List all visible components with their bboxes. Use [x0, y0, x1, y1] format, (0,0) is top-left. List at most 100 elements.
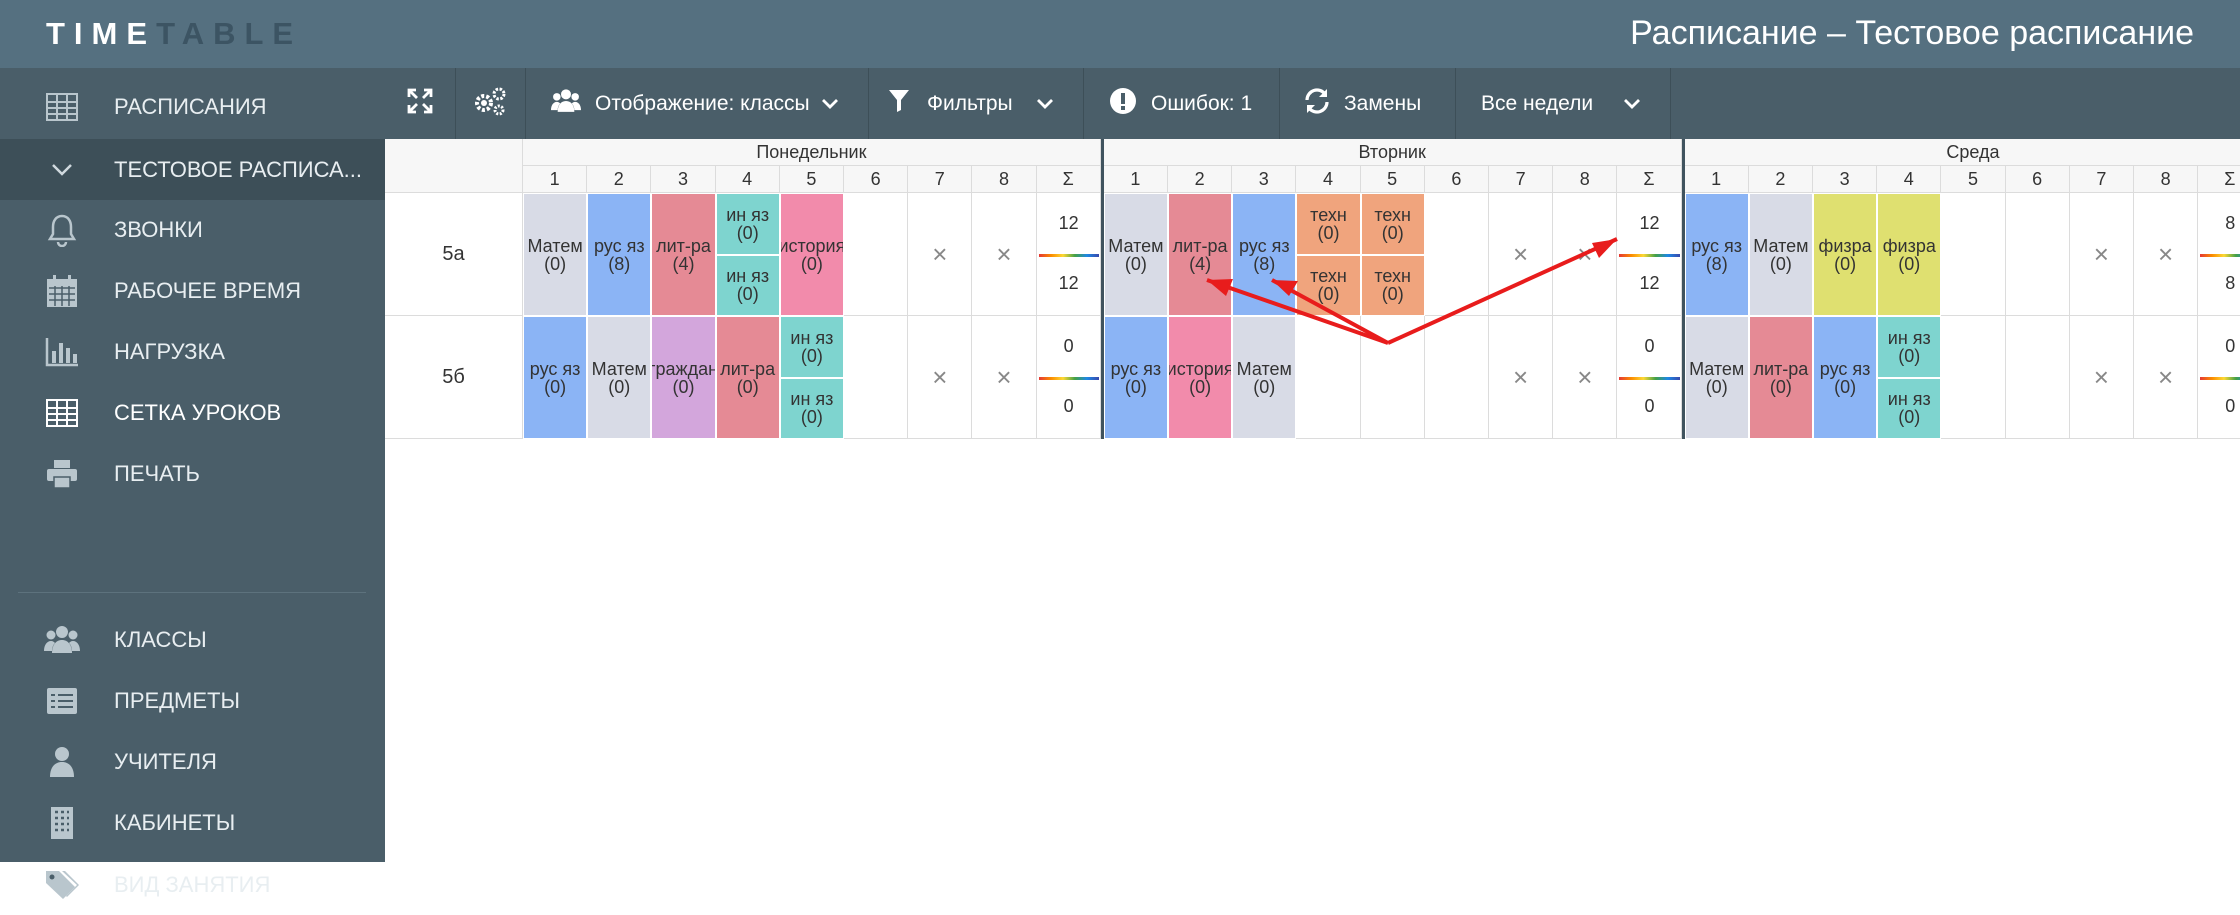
class-label[interactable]: 5б — [385, 316, 523, 439]
sum-indicator — [1619, 376, 1680, 380]
grid-corner — [385, 139, 523, 193]
lesson-card[interactable]: Матем (0) — [587, 316, 652, 439]
sidebar-item-label: ВИД ЗАНЯТИЯ — [114, 871, 271, 897]
chevron-down-icon — [1036, 92, 1054, 116]
grid-icon — [44, 395, 80, 431]
period-header: 5 — [1360, 166, 1425, 193]
lesson-card[interactable]: лит-ра (0) — [1748, 316, 1813, 439]
settings-button[interactable] — [455, 68, 526, 139]
blocked-slot-icon[interactable]: × — [1489, 316, 1554, 439]
lesson-card[interactable]: Матем (0) — [1748, 193, 1813, 316]
period-header: 5 — [1941, 166, 2006, 193]
sidebar-item-classes[interactable]: КЛАССЫ — [0, 609, 385, 670]
lesson-card[interactable]: физра (0) — [1813, 193, 1878, 316]
empty-slot[interactable] — [2005, 316, 2070, 439]
bell-icon — [44, 212, 80, 248]
lesson-card[interactable]: техн (0) — [1360, 254, 1425, 316]
lesson-card[interactable]: лит-ра (0) — [715, 316, 780, 439]
lesson-card[interactable]: Матем (0) — [523, 193, 588, 316]
display-mode-dropdown[interactable]: Отображение: классы — [525, 68, 869, 139]
lesson-card[interactable]: рус яз (8) — [1232, 193, 1297, 316]
sidebar-item-schedules[interactable]: РАСПИСАНИЯ — [0, 76, 385, 137]
sidebar-item-teachers[interactable]: УЧИТЕЛЯ — [0, 731, 385, 792]
blocked-slot-icon[interactable]: × — [2134, 193, 2199, 316]
chevron-down-icon — [821, 92, 839, 116]
sidebar-item-test-schedule[interactable]: ТЕСТОВОЕ РАСПИСА... — [0, 139, 385, 200]
lesson-card[interactable]: история (0) — [1168, 316, 1233, 439]
blocked-slot-icon[interactable]: × — [1489, 193, 1554, 316]
lesson-card[interactable]: техн (0) — [1360, 193, 1425, 255]
lesson-card[interactable]: лит-ра (4) — [651, 193, 716, 316]
lesson-card[interactable]: рус яз (8) — [1684, 193, 1749, 316]
class-label[interactable]: 5а — [385, 193, 523, 316]
lesson-card[interactable]: лит-ра (4) — [1168, 193, 1233, 316]
lesson-card[interactable]: ин яз (0) — [715, 254, 780, 316]
sidebar-item-rooms[interactable]: КАБИНЕТЫ — [0, 792, 385, 853]
lesson-card[interactable]: рус яз (0) — [1813, 316, 1878, 439]
lesson-card[interactable]: техн (0) — [1296, 193, 1361, 255]
sidebar-item-load[interactable]: НАГРУЗКА — [0, 321, 385, 382]
blocked-slot-icon[interactable]: × — [2134, 316, 2199, 439]
filters-dropdown[interactable]: Фильтры — [868, 68, 1084, 139]
fullscreen-button[interactable] — [385, 68, 456, 139]
blocked-slot-icon[interactable]: × — [2069, 193, 2134, 316]
lesson-card[interactable]: ин яз (0) — [715, 193, 780, 255]
sum-indicator — [1619, 253, 1680, 257]
day-header: Среда — [1684, 139, 2240, 166]
lesson-card[interactable]: физра (0) — [1877, 193, 1942, 316]
sidebar-item-label: ПЕЧАТЬ — [114, 460, 200, 486]
app-logo[interactable]: TIMETABLE — [46, 16, 302, 52]
gears-icon — [472, 86, 508, 122]
empty-slot[interactable] — [1360, 316, 1425, 439]
empty-slot[interactable] — [2005, 193, 2070, 316]
lesson-card[interactable]: техн (0) — [1296, 254, 1361, 316]
sidebar-item-label: ЗВОНКИ — [114, 216, 203, 242]
sidebar-item-print[interactable]: ПЕЧАТЬ — [0, 443, 385, 504]
blocked-slot-icon[interactable]: × — [2069, 316, 2134, 439]
lesson-card[interactable]: Матем (0) — [1103, 193, 1168, 316]
empty-slot[interactable] — [1941, 316, 2006, 439]
printer-icon — [44, 456, 80, 492]
empty-slot[interactable] — [1941, 193, 2006, 316]
sidebar-item-bells[interactable]: ЗВОНКИ — [0, 199, 385, 260]
sidebar-item-lesson-grid[interactable]: СЕТКА УРОКОВ — [0, 382, 385, 443]
blocked-slot-icon[interactable]: × — [1553, 316, 1618, 439]
lesson-card[interactable]: Матем (0) — [1232, 316, 1297, 439]
sum-top-value: 0 — [1063, 336, 1074, 356]
lesson-card[interactable]: ин яз (0) — [1877, 316, 1942, 378]
lesson-card[interactable]: ин яз (0) — [779, 377, 844, 439]
users-icon — [44, 622, 80, 658]
weeks-dropdown[interactable]: Все недели — [1455, 68, 1671, 139]
blocked-slot-icon[interactable]: × — [972, 193, 1037, 316]
blocked-slot-icon[interactable]: × — [908, 316, 973, 439]
logo-text-time: TIME — [46, 16, 157, 51]
lesson-card[interactable]: история (0) — [779, 193, 844, 316]
lesson-card[interactable]: ин яз (0) — [1877, 377, 1942, 439]
period-header: 4 — [1877, 166, 1942, 193]
lesson-card[interactable]: рус яз (0) — [1103, 316, 1168, 439]
period-header: 2 — [587, 166, 652, 193]
sidebar-item-lesson-type[interactable]: ВИД ЗАНЯТИЯ — [0, 854, 385, 915]
lesson-card[interactable]: ин яз (0) — [779, 316, 844, 378]
period-header: 2 — [1748, 166, 1813, 193]
blocked-slot-icon[interactable]: × — [908, 193, 973, 316]
errors-button[interactable]: Ошибок: 1 — [1083, 68, 1280, 139]
lesson-card[interactable]: рус яз (8) — [587, 193, 652, 316]
replacements-button[interactable]: Замены — [1279, 68, 1456, 139]
blocked-slot-icon[interactable]: × — [1553, 193, 1618, 316]
sidebar-item-work-time[interactable]: РАБОЧЕЕ ВРЕМЯ — [0, 260, 385, 321]
sum-indicator — [2200, 253, 2240, 257]
lesson-card[interactable]: граждан (0) — [651, 316, 716, 439]
empty-slot[interactable] — [844, 193, 909, 316]
lesson-card[interactable]: рус яз (0) — [523, 316, 588, 439]
blocked-slot-icon[interactable]: × — [972, 316, 1037, 439]
sidebar-item-subjects[interactable]: ПРЕДМЕТЫ — [0, 670, 385, 731]
empty-slot[interactable] — [1424, 193, 1489, 316]
sidebar-item-label: СЕТКА УРОКОВ — [114, 399, 282, 425]
lesson-card[interactable]: Матем (0) — [1684, 316, 1749, 439]
period-header: 5 — [779, 166, 844, 193]
empty-slot[interactable] — [1424, 316, 1489, 439]
empty-slot[interactable] — [844, 316, 909, 439]
empty-slot[interactable] — [1296, 316, 1361, 439]
sum-bottom-value: 0 — [1063, 396, 1074, 416]
